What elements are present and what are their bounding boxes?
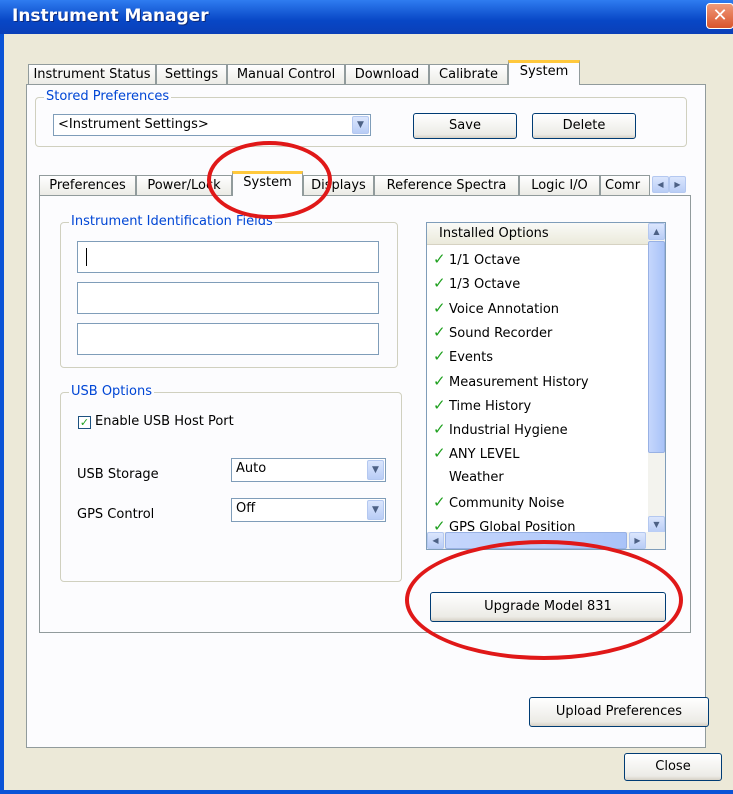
window-close-button[interactable]: ✕: [706, 3, 733, 29]
checkmark-icon: ✓: [433, 274, 446, 293]
tab-download[interactable]: Download: [345, 64, 429, 84]
checkmark-icon: ✓: [433, 298, 446, 317]
installed-option-label: Weather: [449, 469, 504, 485]
usb-storage-select[interactable]: Auto ▼: [231, 458, 386, 482]
installed-option-item[interactable]: ✓ ANY LEVEL: [433, 441, 520, 465]
checkmark-icon: ✓: [433, 322, 446, 341]
installed-option-label: Industrial Hygiene: [449, 423, 568, 439]
installed-options-header: Installed Options: [427, 223, 649, 245]
enable-usb-host-checkbox[interactable]: ✓: [78, 416, 91, 429]
subtab-power-lock[interactable]: Power/Lock: [136, 175, 232, 195]
vertical-scrollbar[interactable]: ▲ ▼: [648, 223, 665, 533]
subtab-logic-io[interactable]: Logic I/O: [519, 175, 600, 195]
checkmark-icon: ✓: [433, 347, 446, 366]
delete-button[interactable]: Delete: [532, 113, 636, 139]
horizontal-scrollbar[interactable]: ◀ ▶: [427, 532, 665, 549]
installed-option-item[interactable]: ✓ Community Noise: [433, 490, 564, 514]
chevron-down-icon[interactable]: ▼: [367, 500, 384, 520]
text-cursor: [86, 248, 87, 266]
window-title: Instrument Manager: [12, 6, 209, 26]
gps-control-value: Off: [236, 501, 256, 516]
installed-option-item[interactable]: ✓ Events: [433, 344, 493, 368]
chevron-down-icon[interactable]: ▼: [352, 116, 369, 134]
tab-settings[interactable]: Settings: [156, 64, 227, 84]
gps-control-label: GPS Control: [77, 507, 155, 522]
identification-label: Instrument Identification Fields: [69, 214, 275, 229]
usb-storage-value: Auto: [236, 461, 267, 476]
installed-option-label: Measurement History: [449, 374, 589, 390]
installed-option-item[interactable]: ✓ 1/3 Octave: [433, 271, 520, 295]
installed-option-item[interactable]: Weather: [433, 466, 504, 490]
system-tab-panel: Stored Preferences <Instrument Settings>…: [26, 84, 709, 748]
checkmark-icon: ✓: [433, 250, 446, 268]
subtab-system[interactable]: System: [232, 171, 303, 196]
upgrade-model-button[interactable]: Upgrade Model 831: [430, 592, 666, 622]
id-field-3[interactable]: [77, 323, 379, 355]
installed-option-label: Voice Annotation: [449, 301, 560, 317]
installed-option-label: Time History: [449, 398, 532, 414]
save-button[interactable]: Save: [413, 113, 517, 139]
checkmark-icon: ✓: [433, 493, 446, 511]
usb-options-label: USB Options: [69, 384, 154, 399]
subtab-reference-spectra[interactable]: Reference Spectra: [374, 175, 519, 195]
scroll-thumb[interactable]: [648, 241, 665, 453]
upload-preferences-button[interactable]: Upload Preferences: [529, 697, 709, 727]
installed-option-label: Sound Recorder: [449, 325, 553, 341]
tab-manual-control[interactable]: Manual Control: [227, 64, 345, 84]
enable-usb-host-label: Enable USB Host Port: [95, 414, 234, 429]
gps-control-select[interactable]: Off ▼: [231, 498, 386, 522]
installed-options-list[interactable]: Installed Options ✓ 1/1 Octave ✓ 1/3 Octave…: [426, 222, 666, 550]
instrument-manager-window: Instrument Manager ✕ Instrument Status S…: [0, 0, 733, 794]
subtab-preferences[interactable]: Preferences: [39, 175, 136, 195]
id-field-1[interactable]: [77, 241, 379, 273]
checkmark-icon: ✓: [433, 420, 446, 439]
client-area: Instrument Status Settings Manual Contro…: [4, 34, 733, 790]
installed-option-item[interactable]: ✓ Voice Annotation: [433, 296, 559, 320]
checkmark-icon: ✓: [433, 444, 446, 463]
tab-scroll-right-icon[interactable]: ▶: [669, 176, 686, 193]
installed-option-label: 1/3 Octave: [449, 277, 521, 293]
tab-system[interactable]: System: [508, 60, 580, 85]
checkmark-icon: ✓: [433, 371, 446, 390]
installed-option-label: 1/1 Octave: [449, 253, 521, 268]
chevron-down-icon[interactable]: ▼: [367, 460, 384, 480]
system-subtab-panel: Instrument Identification Fields USB Opt…: [39, 195, 691, 633]
installed-option-label: Events: [449, 350, 494, 366]
installed-option-label: ANY LEVEL: [449, 447, 520, 463]
installed-option-item[interactable]: ✓ Measurement History: [433, 369, 589, 393]
close-button[interactable]: Close: [624, 753, 722, 781]
scroll-left-icon[interactable]: ◀: [427, 532, 444, 549]
scroll-right-icon[interactable]: ▶: [629, 532, 646, 549]
installed-option-item[interactable]: ✓ Industrial Hygiene: [433, 417, 568, 441]
stored-preferences-select[interactable]: <Instrument Settings> ▼: [53, 114, 371, 136]
h-scroll-thumb[interactable]: [445, 532, 627, 549]
subtab-comm[interactable]: Comr: [600, 175, 650, 195]
subtab-displays[interactable]: Displays: [303, 175, 374, 195]
id-field-2[interactable]: [77, 282, 379, 314]
tab-scroll-left-icon[interactable]: ◀: [652, 176, 669, 193]
tab-instrument-status[interactable]: Instrument Status: [28, 64, 156, 84]
title-bar[interactable]: Instrument Manager ✕: [0, 0, 733, 34]
scroll-up-icon[interactable]: ▲: [648, 223, 665, 240]
tab-calibrate[interactable]: Calibrate: [429, 64, 508, 84]
installed-option-item[interactable]: ✓ Time History: [433, 393, 531, 417]
checkmark-icon: ✓: [433, 395, 446, 414]
installed-option-item[interactable]: ✓ Sound Recorder: [433, 320, 552, 344]
stored-preferences-label: Stored Preferences: [44, 89, 172, 104]
scroll-down-icon[interactable]: ▼: [648, 516, 665, 533]
installed-option-label: Community Noise: [449, 496, 565, 511]
usb-storage-label: USB Storage: [77, 467, 159, 482]
installed-option-item[interactable]: ✓ 1/1 Octave: [433, 247, 520, 271]
stored-preferences-value: <Instrument Settings>: [58, 117, 209, 132]
